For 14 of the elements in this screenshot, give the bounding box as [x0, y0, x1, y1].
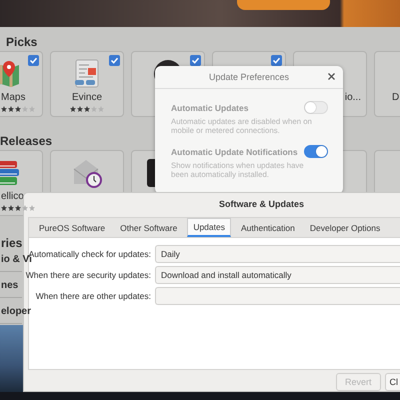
app-name: io... [344, 92, 361, 104]
setting-label: When there are security updates: [26, 270, 151, 280]
app-name: Maps [1, 92, 26, 104]
section-heading: Picks [6, 35, 38, 49]
setting-label: Automatic Update Notifications [171, 146, 298, 156]
setting-label: When there are other updates: [36, 291, 151, 301]
app-name: Evince [72, 92, 102, 104]
window-title: Software & Updates [219, 198, 304, 208]
setting-label: Automatic Updates [171, 102, 248, 112]
dialog-title: Update Preferences [208, 72, 290, 82]
app-name: ellico [1, 191, 24, 203]
app-name: D [392, 92, 400, 104]
section-heading: ries [1, 236, 22, 250]
section-heading: Releases [0, 134, 52, 148]
